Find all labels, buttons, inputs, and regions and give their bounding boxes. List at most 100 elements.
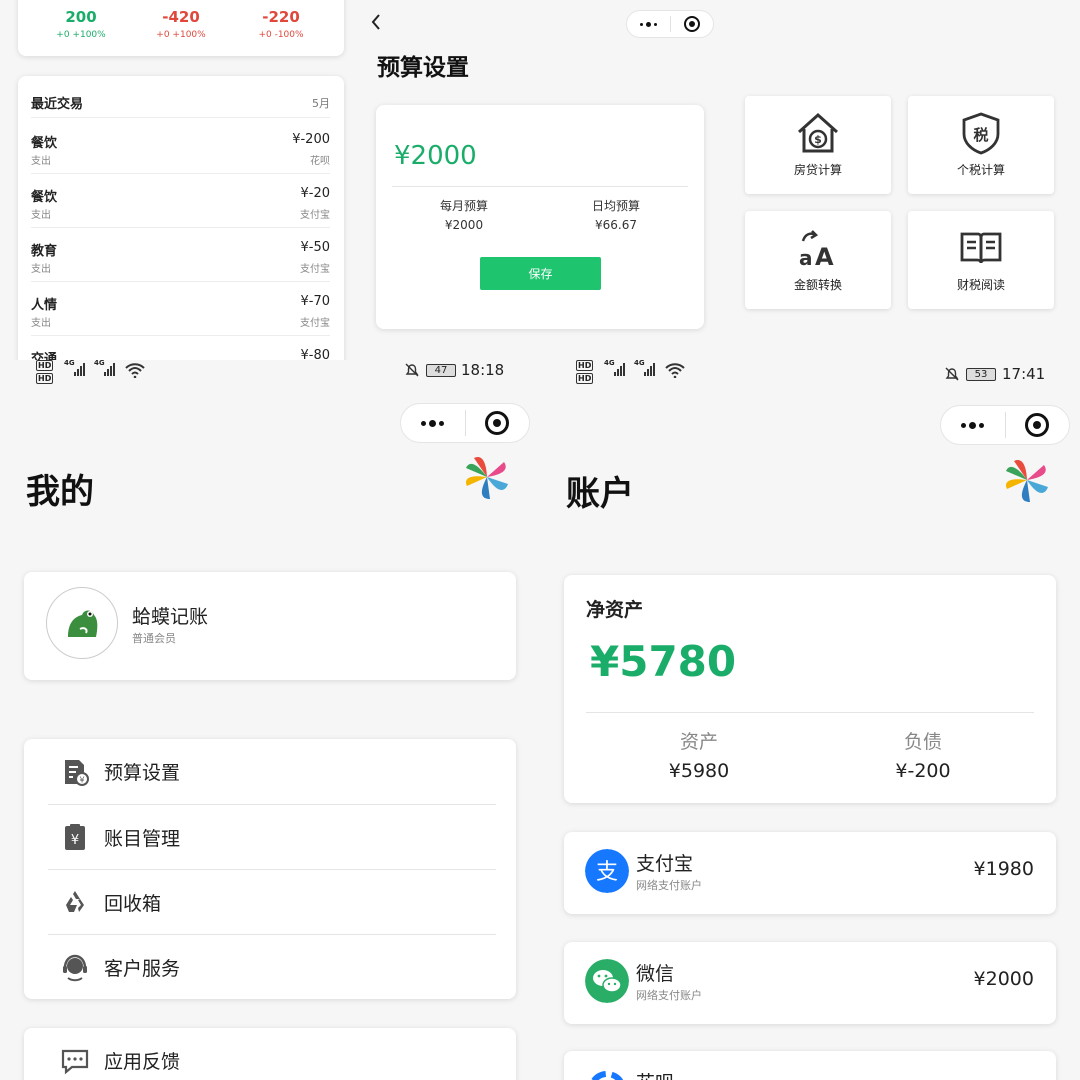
amount-converter-tile[interactable]: a A 金额转换	[745, 211, 891, 309]
transaction-category: 人情	[31, 298, 58, 313]
transaction-amount: ¥-20	[300, 186, 330, 201]
feedback-menu: 应用反馈	[24, 1028, 516, 1080]
more-button[interactable]	[627, 21, 670, 27]
mute-bell-icon	[945, 367, 959, 381]
menu-item-recycle-bin[interactable]: 回收箱	[48, 869, 496, 934]
wifi-icon	[665, 363, 685, 378]
menu-item-label: 账目管理	[104, 827, 181, 850]
transaction-row[interactable]: 人情 支出 ¥-70 支付宝	[31, 282, 330, 336]
budget-panel: 预算设置 ¥2000 每月预算 ¥2000 日均预算 ¥66.67 保存	[360, 0, 720, 360]
profile-card[interactable]: 蛤蟆记账 普通会员	[24, 572, 516, 680]
page-title: 账户	[566, 474, 634, 514]
summary-card: 200 +0 +100% -420 +0 +100% -220 +0 -100%	[18, 0, 344, 56]
more-button[interactable]	[941, 421, 1005, 429]
summary-value: -420	[162, 8, 200, 26]
account-item-huabei[interactable]: 花呗	[564, 1051, 1056, 1080]
app-logo-icon	[466, 456, 508, 499]
account-name: 支付宝	[636, 853, 694, 875]
miniprogram-capsule	[626, 10, 714, 38]
hd-icon: HD	[576, 373, 594, 384]
transaction-amount: ¥-200	[292, 132, 330, 147]
miniprogram-capsule	[400, 403, 530, 443]
mute-bell-icon	[405, 363, 419, 377]
svg-text:a: a	[799, 246, 813, 270]
hd-icon: HD	[36, 373, 54, 384]
menu-item-budget-settings[interactable]: ¥ 预算设置	[48, 739, 496, 804]
status-bar: HD HD 4G 4G 47 18:18	[0, 359, 540, 388]
account-type: 网络支付账户	[636, 879, 702, 892]
daily-budget-value: ¥66.67	[595, 218, 637, 232]
recent-transactions-card: 最近交易 5月 餐饮 支出 ¥-200 花呗 餐饮 支出 ¥-20 支付宝 教育…	[18, 76, 344, 360]
income-tax-calculator-tile[interactable]: 税 个税计算	[908, 96, 1054, 194]
net-assets-amount: ¥5780	[590, 637, 737, 686]
recycle-icon	[66, 891, 84, 912]
tool-label: 个税计算	[956, 163, 1005, 177]
page-title: 预算设置	[377, 55, 469, 81]
transaction-category: 餐饮	[31, 136, 58, 151]
close-miniprogram-button[interactable]	[670, 16, 713, 32]
assets-value: ¥5980	[668, 760, 730, 782]
huabei-icon	[590, 1071, 624, 1080]
liabilities-value: ¥-200	[895, 760, 951, 782]
svg-text:A: A	[815, 243, 834, 271]
tool-label: 金额转换	[793, 278, 842, 292]
accounts-panel: HD HD 4G 4G 53 17:41 账户 净资产 ¥5780 资产 ¥59…	[540, 359, 1080, 1080]
month-selector[interactable]: 5月	[312, 95, 330, 111]
summary-delta: +0 +100%	[156, 30, 206, 40]
menu-item-ledger-management[interactable]: ¥ 账目管理	[48, 804, 496, 869]
house-dollar-icon: $	[797, 112, 839, 153]
me-panel: HD HD 4G 4G 47 18:18 我的 蛤蟆记账 普通会员 ¥ 预算设置…	[0, 359, 540, 1080]
book-icon	[960, 232, 1002, 264]
page-title: 我的	[26, 472, 94, 512]
account-name: 微信	[636, 963, 675, 985]
alipay-icon: 支	[585, 849, 629, 893]
budget-doc-icon: ¥	[65, 759, 89, 786]
transaction-category: 餐饮	[31, 190, 58, 205]
transaction-type: 支出	[31, 264, 51, 275]
recent-transactions-header: 最近交易 5月	[31, 88, 330, 118]
hd-icon: HD	[576, 360, 594, 371]
summary-delta: +0 -100%	[258, 30, 304, 40]
transaction-source: 支付宝	[300, 210, 330, 221]
net-assets-card: 净资产 ¥5780 资产 ¥5980 负债 ¥-200	[564, 575, 1056, 803]
transaction-row[interactable]: 餐饮 支出 ¥-200 花呗	[31, 120, 330, 174]
frog-icon	[68, 610, 98, 637]
transaction-amount: ¥-70	[300, 294, 330, 309]
account-name: 花呗	[636, 1068, 674, 1080]
ledger-icon: ¥	[65, 824, 85, 850]
svg-text:税: 税	[973, 126, 988, 144]
transaction-source: 支付宝	[300, 318, 330, 329]
svg-text:$: $	[814, 133, 822, 146]
back-button[interactable]	[370, 12, 382, 36]
menu-item-label: 客户服务	[104, 957, 181, 980]
transaction-row[interactable]: 教育 支出 ¥-50 支付宝	[31, 228, 330, 282]
svg-text:支: 支	[596, 860, 618, 885]
transaction-source: 支付宝	[300, 264, 330, 275]
transaction-amount: ¥-50	[300, 240, 330, 255]
transaction-type: 支出	[31, 210, 51, 221]
close-miniprogram-button[interactable]	[466, 411, 530, 435]
transaction-category: 交通	[31, 352, 58, 360]
signal-icon: 4G	[94, 359, 115, 376]
tax-shield-icon: 税	[962, 112, 1000, 155]
transaction-amount: ¥-80	[300, 348, 330, 360]
mortgage-calculator-tile[interactable]: $ 房贷计算	[745, 96, 891, 194]
save-button[interactable]: 保存	[480, 257, 601, 290]
menu-item-customer-service[interactable]: 客户服务	[48, 934, 496, 999]
finance-reading-tile[interactable]: 财税阅读	[908, 211, 1054, 309]
account-item-alipay[interactable]: 支 支付宝 网络支付账户 ¥1980	[564, 832, 1056, 914]
budget-amount[interactable]: ¥2000	[394, 141, 477, 171]
liabilities-summary: 负债 ¥-200	[838, 727, 1008, 782]
transaction-row[interactable]: 餐饮 支出 ¥-20 支付宝	[31, 174, 330, 228]
transaction-source: 花呗	[310, 156, 330, 167]
signal-icon: 4G	[64, 359, 85, 376]
account-type: 网络支付账户	[636, 989, 702, 1002]
account-item-wechat[interactable]: 微信 网络支付账户 ¥2000	[564, 942, 1056, 1024]
monthly-budget-value: ¥2000	[444, 218, 484, 232]
transaction-row[interactable]: 交通 ¥-80	[31, 336, 330, 360]
close-miniprogram-button[interactable]	[1006, 413, 1070, 437]
more-button[interactable]	[401, 419, 465, 427]
avatar[interactable]	[46, 587, 118, 659]
menu-item-app-feedback[interactable]: 应用反馈	[48, 1028, 496, 1080]
miniprogram-capsule	[940, 405, 1070, 445]
